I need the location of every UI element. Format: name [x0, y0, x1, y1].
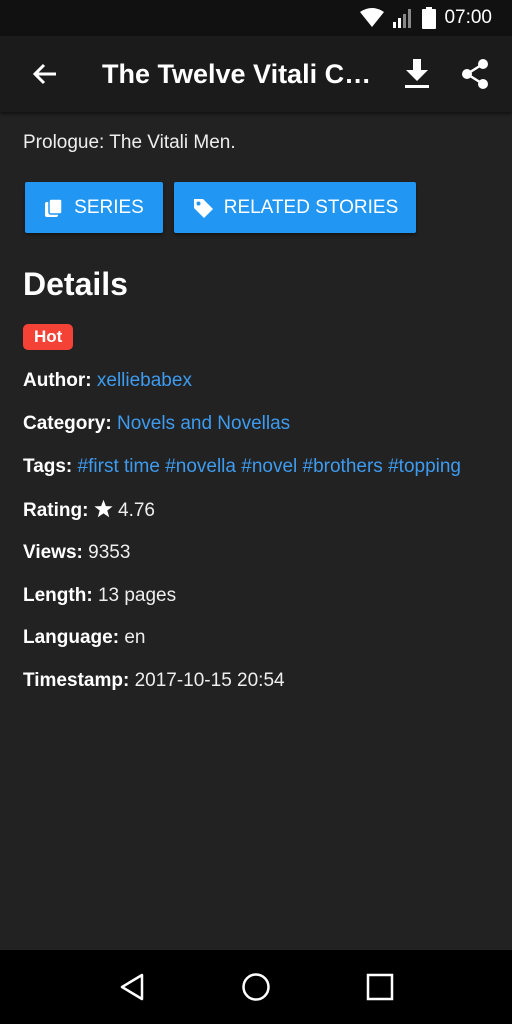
rating-label: Rating: [23, 500, 89, 521]
rating-value: 4.76 [118, 500, 155, 521]
wifi-icon [360, 8, 385, 28]
nav-recents-button[interactable] [350, 957, 410, 1017]
timestamp-row: Timestamp: 2017-10-15 20:54 [23, 670, 285, 692]
home-circle-icon [242, 973, 270, 1001]
timestamp-value: 2017-10-15 20:54 [134, 670, 285, 691]
tag-link[interactable]: #topping [388, 456, 461, 477]
share-button[interactable] [446, 36, 504, 112]
series-button-label: SERIES [74, 196, 144, 218]
clock: 07:00 [444, 7, 492, 28]
related-stories-button[interactable]: RELATED STORIES [174, 182, 416, 233]
tag-link[interactable]: #first time [78, 456, 160, 477]
views-value: 9353 [88, 542, 131, 563]
download-button[interactable] [388, 36, 446, 112]
length-value: 13 pages [97, 585, 177, 606]
category-link[interactable]: Novels and Novellas [117, 413, 290, 434]
system-nav-bar [0, 950, 512, 1024]
status-bar: 07:00 [0, 0, 512, 36]
back-arrow-icon [32, 63, 56, 85]
back-button[interactable] [0, 36, 90, 112]
views-label: Views: [23, 542, 83, 563]
language-row: Language: en [23, 627, 145, 649]
tags-label: Tags: [23, 456, 73, 477]
author-link[interactable]: xelliebabex [97, 370, 192, 391]
page-title: The Twelve Vitali C… [102, 58, 372, 89]
tags-row: Tags: #first time #novella #novel #broth… [23, 456, 461, 478]
timestamp-label: Timestamp: [23, 670, 130, 691]
language-value: en [124, 627, 146, 648]
tag-icon [193, 198, 213, 218]
series-button[interactable]: SERIES [25, 182, 163, 233]
rating-row: Rating: 4.76 [23, 499, 155, 524]
recents-square-icon [366, 973, 394, 1001]
related-stories-button-label: RELATED STORIES [223, 196, 399, 218]
nav-home-button[interactable] [226, 957, 286, 1017]
download-icon [405, 59, 429, 88]
language-label: Language: [23, 627, 120, 648]
app-bar: The Twelve Vitali C… [0, 36, 512, 112]
length-label: Length: [23, 585, 93, 606]
story-summary: Prologue: The Vitali Men. [23, 132, 236, 153]
length-row: Length: 13 pages [23, 585, 176, 607]
author-row: Author: xelliebabex [23, 370, 192, 392]
battery-icon [422, 7, 437, 29]
copy-icon [45, 197, 63, 217]
star-icon [94, 499, 113, 524]
story-details: Prologue: The Vitali Men. SERIES RELATED… [0, 112, 512, 950]
author-label: Author: [23, 370, 92, 391]
tag-link[interactable]: #novella [165, 456, 236, 477]
nav-back-button[interactable] [102, 957, 162, 1017]
category-row: Category: Novels and Novellas [23, 413, 290, 435]
views-row: Views: 9353 [23, 542, 130, 564]
hot-badge: Hot [23, 324, 74, 350]
category-label: Category: [23, 413, 112, 434]
tag-link[interactable]: #brothers [303, 456, 383, 477]
signal-icon [392, 8, 414, 28]
details-heading: Details [23, 266, 128, 302]
tag-link[interactable]: #novel [241, 456, 297, 477]
back-triangle-icon [120, 973, 144, 1001]
share-icon [462, 59, 488, 89]
